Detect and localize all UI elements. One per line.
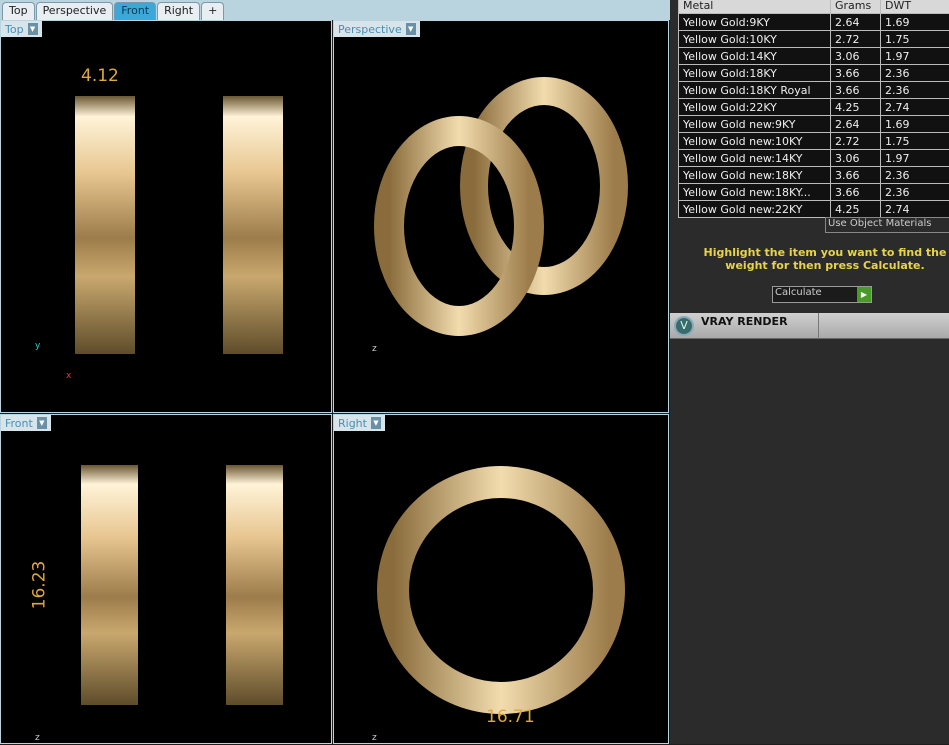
table-cell: 2.64 xyxy=(831,116,881,133)
dimension-label: 4.12 xyxy=(81,66,119,86)
column-header[interactable]: Grams xyxy=(831,0,881,14)
table-cell: 3.06 xyxy=(831,48,881,65)
earring-model xyxy=(75,96,135,354)
table-row[interactable]: Yellow Gold:9KY2.641.69 xyxy=(679,14,949,31)
vray-logo-icon: V xyxy=(674,316,694,336)
table-cell: Yellow Gold new:22KY xyxy=(679,201,831,218)
tab-perspective[interactable]: Perspective xyxy=(36,2,114,20)
add-tab-button[interactable]: + xyxy=(201,2,224,20)
table-cell: 1.69 xyxy=(881,116,949,133)
table-row[interactable]: Yellow Gold:22KY4.252.74 xyxy=(679,99,949,116)
viewport-right[interactable]: Right▼ 16.71 z xyxy=(333,414,669,744)
axis-z: z xyxy=(372,733,377,743)
play-icon: ▶ xyxy=(857,287,871,302)
metal-weight-table: Metal Grams DWT Yellow Gold:9KY2.641.69Y… xyxy=(678,0,949,218)
dropdown-icon[interactable]: ▼ xyxy=(37,417,47,429)
viewport-label[interactable]: Top ▼ xyxy=(1,21,42,37)
table-cell: Yellow Gold:18KY xyxy=(679,65,831,82)
tab-top[interactable]: Top xyxy=(2,2,35,20)
column-header[interactable]: DWT xyxy=(881,0,949,14)
viewport-front[interactable]: Front ▼ 16.23 z xyxy=(0,414,332,744)
earring-model xyxy=(226,465,283,705)
table-cell: Yellow Gold new:18KY... xyxy=(679,184,831,201)
table-cell: 1.97 xyxy=(881,48,949,65)
table-row[interactable]: Yellow Gold new:22KY4.252.74 xyxy=(679,201,949,218)
dropdown-icon[interactable]: ▼ xyxy=(28,23,38,35)
tab-right[interactable]: Right xyxy=(157,2,200,20)
table-cell: Yellow Gold new:9KY xyxy=(679,116,831,133)
table-cell: 2.36 xyxy=(881,167,949,184)
table-cell: 2.36 xyxy=(881,184,949,201)
axis-z: z xyxy=(372,344,377,354)
table-cell: 1.69 xyxy=(881,14,949,31)
viewport-tabs: Top Perspective Front Right + xyxy=(0,0,670,20)
table-row[interactable]: Yellow Gold:10KY2.721.75 xyxy=(679,31,949,48)
column-header[interactable]: Metal xyxy=(679,0,831,14)
dimension-label: 16.71 xyxy=(486,707,535,727)
table-row[interactable]: Yellow Gold new:18KY3.662.36 xyxy=(679,167,949,184)
earring-model xyxy=(334,415,670,745)
table-cell: 3.66 xyxy=(831,65,881,82)
vray-render-header[interactable]: V VRAY RENDER xyxy=(670,313,949,339)
table-cell: 2.72 xyxy=(831,31,881,48)
table-cell: 2.36 xyxy=(881,65,949,82)
table-row[interactable]: Yellow Gold:14KY3.061.97 xyxy=(679,48,949,65)
table-cell: 2.64 xyxy=(831,14,881,31)
table-cell: 2.36 xyxy=(881,82,949,99)
table-cell: Yellow Gold new:10KY xyxy=(679,133,831,150)
table-cell: 2.74 xyxy=(881,99,949,116)
weight-panel: Metal Grams DWT Yellow Gold:9KY2.641.69Y… xyxy=(670,0,949,744)
earring-model xyxy=(334,21,670,414)
table-cell: 2.74 xyxy=(881,201,949,218)
viewport-top[interactable]: Top ▼ 4.12 y x xyxy=(0,20,332,413)
table-cell: Yellow Gold:9KY xyxy=(679,14,831,31)
table-cell: 4.25 xyxy=(831,201,881,218)
table-cell: Yellow Gold:10KY xyxy=(679,31,831,48)
table-cell: 1.75 xyxy=(881,31,949,48)
earring-model xyxy=(223,96,283,354)
table-cell: Yellow Gold:22KY xyxy=(679,99,831,116)
table-cell: Yellow Gold new:14KY xyxy=(679,150,831,167)
calculate-button[interactable]: Calculate ▶ xyxy=(772,286,872,303)
table-cell: 3.66 xyxy=(831,82,881,99)
table-cell: 2.72 xyxy=(831,133,881,150)
table-row[interactable]: Yellow Gold:18KY3.662.36 xyxy=(679,65,949,82)
table-cell: 3.66 xyxy=(831,167,881,184)
table-cell: 4.25 xyxy=(831,99,881,116)
axis-y: y xyxy=(35,341,40,351)
table-row[interactable]: Yellow Gold new:14KY3.061.97 xyxy=(679,150,949,167)
viewport-label[interactable]: Front ▼ xyxy=(1,415,51,431)
table-cell: Yellow Gold new:18KY xyxy=(679,167,831,184)
table-cell: 3.66 xyxy=(831,184,881,201)
viewport-perspective[interactable]: Perspective▼ z xyxy=(333,20,669,413)
vray-render-title: VRAY RENDER xyxy=(701,315,788,328)
table-cell: Yellow Gold:14KY xyxy=(679,48,831,65)
dimension-label: 16.23 xyxy=(29,561,49,610)
table-row[interactable]: Yellow Gold new:18KY...3.662.36 xyxy=(679,184,949,201)
table-cell: 3.06 xyxy=(831,150,881,167)
viewport-title: Top xyxy=(5,23,24,36)
axis-z: z xyxy=(35,733,40,743)
table-cell: Yellow Gold:18KY Royal xyxy=(679,82,831,99)
divider xyxy=(818,313,819,339)
table-cell: 1.75 xyxy=(881,133,949,150)
table-cell: 1.97 xyxy=(881,150,949,167)
table-row[interactable]: Yellow Gold new:9KY2.641.69 xyxy=(679,116,949,133)
axis-x: x xyxy=(66,371,71,381)
table-row[interactable]: Yellow Gold new:10KY2.721.75 xyxy=(679,133,949,150)
viewport-title: Front xyxy=(5,417,33,430)
earring-model xyxy=(81,465,138,705)
calculate-label: Calculate xyxy=(775,287,822,298)
instruction-text: Highlight the item you want to find the … xyxy=(690,246,949,272)
tab-front[interactable]: Front xyxy=(114,2,156,20)
table-row[interactable]: Yellow Gold:18KY Royal3.662.36 xyxy=(679,82,949,99)
materials-select[interactable]: Use Object Materials xyxy=(825,217,949,233)
